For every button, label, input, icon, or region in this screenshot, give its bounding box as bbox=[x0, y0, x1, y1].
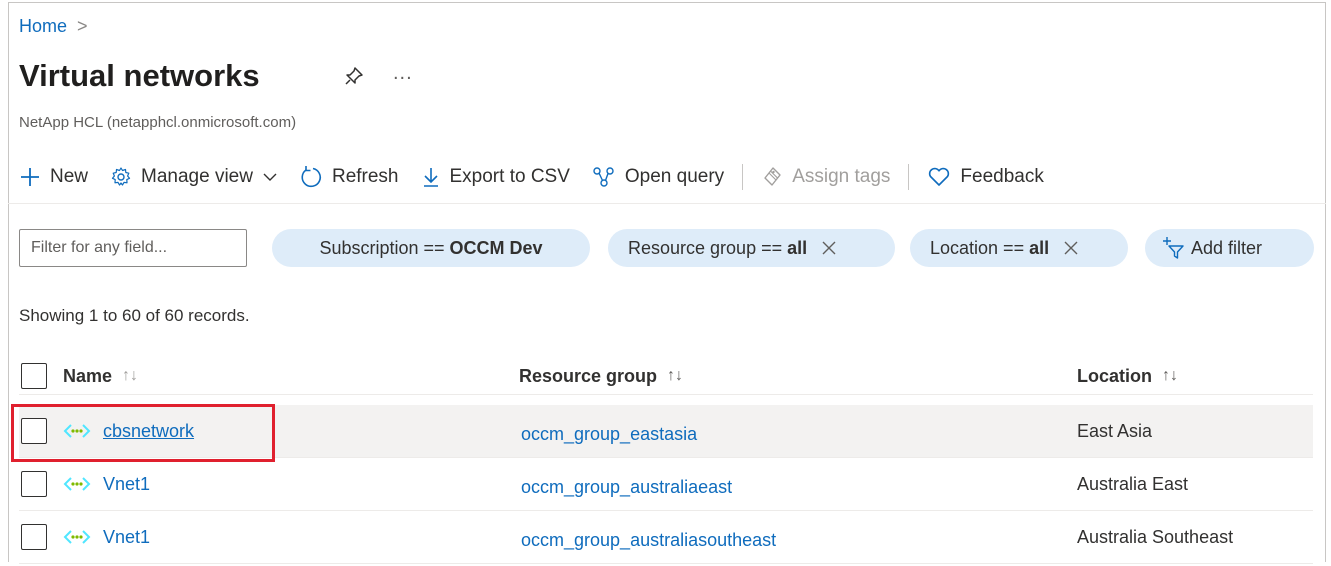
new-button[interactable]: New bbox=[19, 166, 88, 188]
add-filter-label: Add filter bbox=[1191, 237, 1263, 258]
resource-group-filter-value: all bbox=[787, 237, 808, 258]
manage-view-button[interactable]: Manage view bbox=[110, 166, 279, 188]
row-resource-group-link[interactable]: occm_group_australiasoutheast bbox=[521, 514, 776, 566]
refresh-label: Refresh bbox=[331, 166, 399, 187]
add-filter-icon bbox=[1163, 237, 1184, 259]
tag-icon bbox=[764, 167, 781, 186]
breadcrumb: Home > bbox=[19, 16, 88, 37]
chevron-down-icon bbox=[263, 173, 277, 181]
add-filter-button[interactable]: Add filter bbox=[1145, 229, 1314, 267]
row-name-link[interactable]: Vnet1 bbox=[103, 511, 150, 563]
filter-input[interactable] bbox=[19, 229, 247, 267]
row-location: Australia East bbox=[1077, 473, 1189, 494]
new-label: New bbox=[50, 166, 89, 187]
breadcrumb-separator: > bbox=[77, 16, 88, 36]
column-header-resource-group[interactable]: Resource group ↑↓ bbox=[519, 358, 683, 394]
virtual-network-icon bbox=[63, 477, 91, 491]
subscription-filter-label: Subscription == bbox=[319, 237, 445, 258]
toolbar-separator bbox=[8, 203, 1326, 204]
breadcrumb-home-link[interactable]: Home bbox=[19, 16, 67, 36]
row-checkbox[interactable] bbox=[21, 524, 47, 550]
close-icon[interactable] bbox=[821, 240, 837, 256]
plus-icon bbox=[21, 168, 39, 186]
export-csv-label: Export to CSV bbox=[449, 166, 570, 187]
resource-group-filter-pill[interactable]: Resource group == all bbox=[608, 229, 895, 267]
table-row[interactable]: Vnet1 occm_group_australiaeast Australia… bbox=[19, 458, 1313, 511]
table-header: Name ↑↓ Resource group ↑↓ Location ↑↓ bbox=[19, 358, 1313, 395]
open-query-button[interactable]: Open query bbox=[592, 166, 724, 188]
subscription-filter-pill[interactable]: Subscription == OCCM Dev bbox=[272, 229, 590, 267]
toolbar-divider bbox=[742, 164, 744, 190]
column-location-label: Location bbox=[1077, 365, 1152, 386]
column-header-name[interactable]: Name ↑↓ bbox=[63, 358, 138, 394]
subscription-filter-value: OCCM Dev bbox=[449, 237, 543, 258]
gear-icon bbox=[111, 167, 131, 186]
refresh-icon bbox=[301, 166, 321, 188]
location-filter-pill[interactable]: Location == all bbox=[910, 229, 1128, 267]
highlight-box bbox=[11, 404, 275, 462]
virtual-network-icon bbox=[63, 530, 91, 544]
location-filter-label: Location == bbox=[930, 237, 1025, 258]
export-csv-button[interactable]: Export to CSV bbox=[421, 166, 570, 188]
more-options-button[interactable]: ... bbox=[393, 62, 413, 85]
table-row[interactable]: Vnet1 occm_group_australiasoutheast Aust… bbox=[19, 511, 1313, 564]
sort-icon: ↑↓ bbox=[667, 367, 684, 384]
records-count: Showing 1 to 60 of 60 records. bbox=[19, 306, 250, 325]
resource-group-filter-label: Resource group == bbox=[628, 237, 783, 258]
row-resource-group-link[interactable]: occm_group_eastasia bbox=[521, 408, 697, 460]
row-name-link[interactable]: Vnet1 bbox=[103, 458, 150, 510]
assign-tags-label: Assign tags bbox=[792, 166, 891, 187]
query-icon bbox=[593, 167, 614, 187]
feedback-button[interactable]: Feedback bbox=[927, 166, 1044, 188]
download-icon bbox=[423, 168, 438, 187]
refresh-button[interactable]: Refresh bbox=[299, 165, 399, 189]
close-icon[interactable] bbox=[1063, 240, 1079, 256]
assign-tags-button[interactable]: Assign tags bbox=[761, 166, 890, 188]
toolbar-divider bbox=[908, 164, 910, 190]
pin-icon[interactable] bbox=[344, 66, 364, 86]
select-all-checkbox[interactable] bbox=[21, 363, 47, 389]
command-bar: New Manage view Refresh Export to CSV Op… bbox=[19, 160, 1044, 194]
heart-icon bbox=[929, 167, 950, 186]
manage-view-label: Manage view bbox=[141, 166, 253, 187]
row-checkbox[interactable] bbox=[21, 471, 47, 497]
location-filter-value: all bbox=[1029, 237, 1050, 258]
open-query-label: Open query bbox=[624, 166, 725, 187]
page-subtitle: NetApp HCL (netapphcl.onmicrosoft.com) bbox=[19, 114, 297, 131]
sort-icon: ↑↓ bbox=[1162, 367, 1178, 384]
row-location: Australia Southeast bbox=[1077, 526, 1234, 547]
row-location: East Asia bbox=[1077, 420, 1153, 441]
feedback-label: Feedback bbox=[960, 166, 1044, 187]
column-name-label: Name bbox=[63, 365, 113, 386]
column-header-location[interactable]: Location ↑↓ bbox=[1077, 358, 1178, 394]
page-title: Virtual networks bbox=[19, 58, 260, 93]
column-resource-group-label: Resource group bbox=[519, 365, 658, 386]
row-resource-group-link[interactable]: occm_group_australiaeast bbox=[521, 461, 732, 513]
sort-icon: ↑↓ bbox=[122, 367, 139, 384]
